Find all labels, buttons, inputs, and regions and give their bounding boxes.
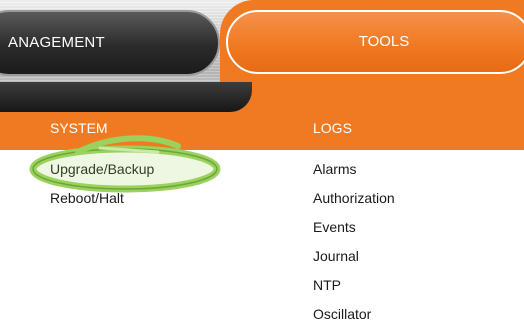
link-alarms[interactable]: Alarms [313,161,357,177]
tab-management[interactable]: ANAGEMENT [0,10,220,76]
link-reboot-halt[interactable]: Reboot/Halt [50,190,124,206]
link-upgrade-backup[interactable]: Upgrade/Backup [50,161,154,177]
tab-tools[interactable]: TOOLS [226,10,524,74]
section-title-logs: LOGS [313,120,352,136]
link-authorization[interactable]: Authorization [313,190,395,206]
section-title-system: SYSTEM [50,120,108,136]
header-dark-bar [0,82,252,112]
link-events[interactable]: Events [313,219,356,235]
link-journal[interactable]: Journal [313,248,359,264]
link-oscillator[interactable]: Oscillator [313,306,371,322]
app-window: ANAGEMENT TOOLS SYSTEM LOGS Upgrade/Back… [0,0,524,325]
link-ntp[interactable]: NTP [313,277,341,293]
